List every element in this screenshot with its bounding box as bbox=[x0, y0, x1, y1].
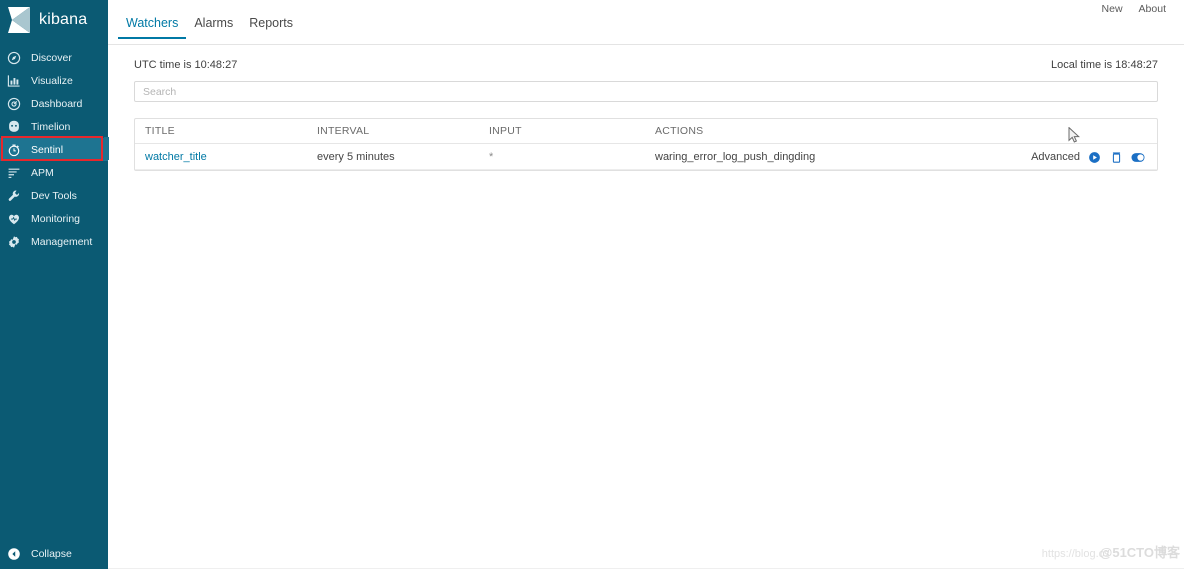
bar-chart-icon bbox=[7, 74, 21, 88]
trash-icon[interactable] bbox=[1109, 150, 1123, 164]
watcher-input-value: * bbox=[489, 150, 494, 163]
watchers-page: UTC time is 10:48:27 Local time is 18:48… bbox=[108, 45, 1184, 569]
sidebar-item-label: Sentinl bbox=[31, 143, 64, 156]
tab-watchers[interactable]: Watchers bbox=[118, 16, 187, 39]
watcher-title-cell: watcher_title bbox=[145, 151, 317, 163]
sidebar-item-label: Monitoring bbox=[31, 212, 81, 225]
column-header-title: TITLE bbox=[145, 125, 175, 137]
wrench-icon bbox=[7, 189, 21, 203]
tab-reports[interactable]: Reports bbox=[241, 16, 301, 37]
local-time-label: Local time is 18:48:27 bbox=[1050, 59, 1158, 71]
kibana-brand-label: kibana bbox=[39, 11, 88, 28]
sidebar-item-dev-tools[interactable]: Dev Tools bbox=[0, 184, 108, 207]
top-bar-links: New About bbox=[1102, 3, 1166, 15]
table-row[interactable]: watcher_title every 5 minutes * waring_e… bbox=[135, 144, 1157, 170]
global-nav-sidebar: kibana Discover Visualize Dashboard Time… bbox=[0, 0, 108, 569]
time-row: UTC time is 10:48:27 Local time is 18:48… bbox=[134, 59, 1158, 77]
sidebar-item-label: Discover bbox=[31, 51, 72, 64]
play-icon[interactable] bbox=[1087, 150, 1101, 164]
column-header-input: INPUT bbox=[489, 125, 522, 137]
sidebar-item-timelion[interactable]: Timelion bbox=[0, 115, 108, 138]
about-link[interactable]: About bbox=[1139, 3, 1166, 15]
search-input[interactable] bbox=[134, 81, 1158, 102]
sidebar-item-label: Timelion bbox=[31, 120, 71, 133]
collapse-arrow-icon bbox=[7, 547, 21, 561]
compass-icon bbox=[7, 51, 21, 65]
sidebar-item-sentinl[interactable]: Sentinl bbox=[0, 138, 108, 161]
sidebar-collapse-label: Collapse bbox=[31, 548, 72, 560]
tab-alarms[interactable]: Alarms bbox=[186, 16, 241, 37]
table-header-row: TITLE INTERVAL INPUT ACTIONS bbox=[135, 119, 1157, 144]
sidebar-item-apm[interactable]: APM bbox=[0, 161, 108, 184]
column-header-actions: ACTIONS bbox=[655, 125, 704, 137]
app-tab-bar: Watchers Alarms Reports bbox=[118, 16, 301, 39]
watcher-input-cell: * bbox=[489, 151, 655, 163]
column-header-interval: INTERVAL bbox=[317, 125, 370, 137]
sidebar-item-label: Dashboard bbox=[31, 97, 83, 110]
sidebar-item-label: Management bbox=[31, 235, 93, 248]
sidebar-collapse-button[interactable]: Collapse bbox=[0, 543, 108, 565]
sidebar-item-label: Visualize bbox=[31, 74, 73, 87]
gear-icon bbox=[7, 235, 21, 249]
watchers-table: TITLE INTERVAL INPUT ACTIONS watcher_tit… bbox=[134, 118, 1158, 171]
utc-time-label: UTC time is 10:48:27 bbox=[134, 59, 238, 71]
watcher-interval-cell: every 5 minutes bbox=[317, 150, 395, 163]
active-nav-indicator bbox=[104, 137, 109, 160]
apm-icon bbox=[7, 166, 21, 180]
sidebar-item-label: Dev Tools bbox=[31, 189, 77, 202]
watcher-title-link[interactable]: watcher_title bbox=[145, 151, 207, 163]
dashboard-icon bbox=[7, 97, 21, 111]
sidebar-item-label: APM bbox=[31, 166, 54, 179]
sidebar-item-discover[interactable]: Discover bbox=[0, 46, 108, 69]
app-top-bar: Watchers Alarms Reports New About bbox=[108, 0, 1184, 45]
kibana-brand[interactable]: kibana bbox=[0, 0, 108, 40]
advanced-button[interactable]: Advanced bbox=[1031, 151, 1080, 163]
sidebar-nav-list: Discover Visualize Dashboard Timelion Se… bbox=[0, 46, 108, 253]
stopwatch-icon bbox=[7, 143, 21, 157]
sidebar-item-dashboard[interactable]: Dashboard bbox=[0, 92, 108, 115]
timelion-icon bbox=[7, 120, 21, 134]
new-link[interactable]: New bbox=[1102, 3, 1123, 15]
row-controls: Advanced bbox=[1031, 144, 1145, 170]
toggle-on-icon[interactable] bbox=[1131, 150, 1145, 164]
sidebar-item-management[interactable]: Management bbox=[0, 230, 108, 253]
sidebar-item-visualize[interactable]: Visualize bbox=[0, 69, 108, 92]
heart-icon bbox=[7, 212, 21, 226]
kibana-app-window: kibana Discover Visualize Dashboard Time… bbox=[0, 0, 1184, 569]
kibana-logo-icon bbox=[8, 7, 32, 33]
sidebar-item-monitoring[interactable]: Monitoring bbox=[0, 207, 108, 230]
